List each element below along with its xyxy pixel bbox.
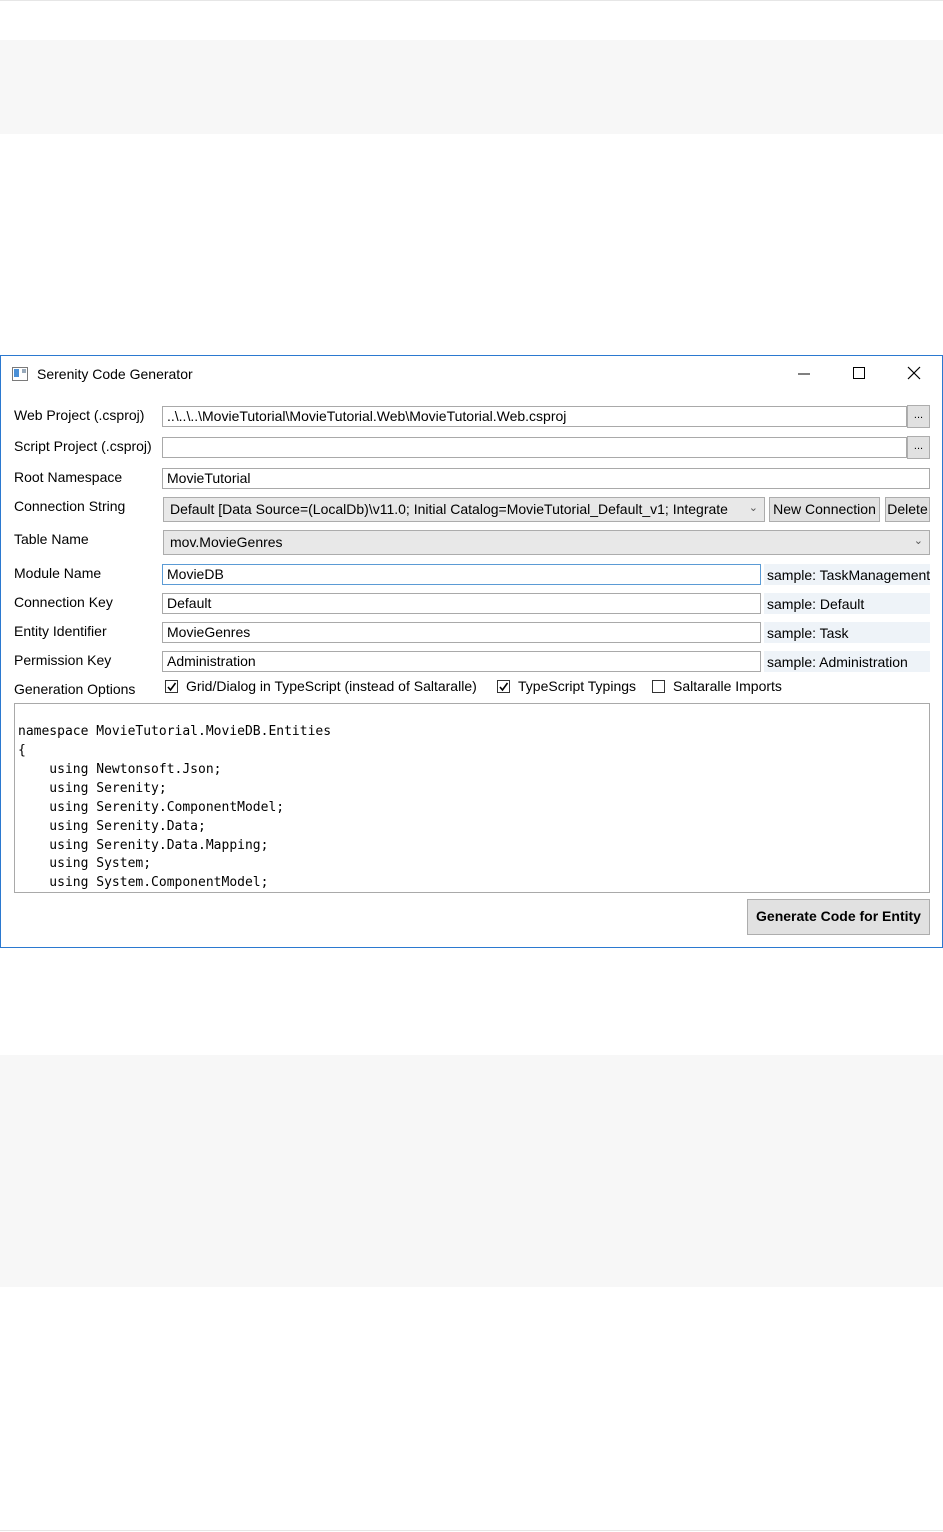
checkmark-icon [499,682,509,692]
generate-code-button[interactable]: Generate Code for Entity [747,899,930,935]
saltaralle-imports-checkbox[interactable] [652,680,665,693]
chevron-down-icon: ⌄ [913,535,923,547]
typescript-typings-checkbox[interactable] [497,680,510,693]
entity-identifier-sample: sample: Task [764,622,930,643]
root-namespace-label: Root Namespace [14,469,123,485]
close-icon [907,366,921,380]
code-line: using Serenity.Data.Mapping; [18,838,269,853]
permission-key-sample: sample: Administration [764,651,930,672]
script-project-label: Script Project (.csproj) [14,438,152,454]
code-line: using Newtonsoft.Json; [18,762,222,777]
typescript-grid-checkbox[interactable] [165,680,178,693]
module-name-sample: sample: TaskManagement [764,564,930,585]
maximize-button[interactable] [836,358,882,388]
typescript-grid-option-label[interactable]: Grid/Dialog in TypeScript (instead of Sa… [186,678,477,694]
chevron-down-icon: ⌄ [748,502,758,514]
code-preview[interactable]: namespace MovieTutorial.MovieDB.Entities… [14,703,930,893]
generation-options-label: Generation Options [14,681,136,697]
module-name-field[interactable]: MovieDB [162,564,761,585]
saltaralle-imports-option-label[interactable]: Saltaralle Imports [673,678,782,694]
connection-string-select[interactable]: Default [Data Source=(LocalDb)\v11.0; In… [163,497,765,522]
new-connection-button[interactable]: New Connection [769,497,880,522]
page-band-top [0,40,943,134]
table-name-label: Table Name [14,531,89,547]
table-name-select[interactable]: mov.MovieGenres ⌄ [163,530,930,555]
web-project-label: Web Project (.csproj) [14,407,145,423]
typescript-typings-option-label[interactable]: TypeScript Typings [518,678,636,694]
code-line: using System.ComponentModel; [18,875,269,890]
minimize-button[interactable] [781,358,827,388]
code-line: namespace MovieTutorial.MovieDB.Entities [18,724,332,739]
close-button[interactable] [891,358,937,388]
connection-key-label: Connection Key [14,594,113,610]
code-line: { [18,743,26,758]
entity-identifier-label: Entity Identifier [14,623,107,639]
connection-key-field[interactable]: Default [162,593,761,614]
page-top-divider [0,0,943,1]
delete-connection-button[interactable]: Delete [885,497,930,522]
module-name-label: Module Name [14,565,102,581]
maximize-icon [853,367,865,379]
connection-string-label: Connection String [14,498,126,514]
code-generator-window: Serenity Code Generator Web Project (.cs… [0,355,943,948]
connection-key-sample: sample: Default [764,593,930,614]
title-bar[interactable]: Serenity Code Generator [1,356,942,392]
checkmark-icon [167,682,177,692]
script-project-field[interactable] [162,437,907,458]
code-line: using System; [18,856,152,871]
web-project-browse-button[interactable]: ... [907,405,930,428]
connection-string-value: Default [Data Source=(LocalDb)\v11.0; In… [170,501,728,517]
minimize-icon [798,373,810,375]
entity-identifier-field[interactable]: MovieGenres [162,622,761,643]
permission-key-field[interactable]: Administration [162,651,761,672]
code-line: using Serenity.ComponentModel; [18,800,285,815]
web-project-field[interactable]: ..\..\..\MovieTutorial\MovieTutorial.Web… [162,406,907,427]
permission-key-label: Permission Key [14,652,112,668]
root-namespace-field[interactable]: MovieTutorial [162,468,930,489]
window-title: Serenity Code Generator [37,366,193,382]
app-icon [12,367,28,381]
code-line: using Serenity.Data; [18,819,206,834]
code-line: using Serenity; [18,781,167,796]
page-bottom-divider [0,1530,943,1531]
page-band-middle [0,1055,943,1287]
script-project-browse-button[interactable]: ... [907,436,930,459]
table-name-value: mov.MovieGenres [170,534,283,550]
